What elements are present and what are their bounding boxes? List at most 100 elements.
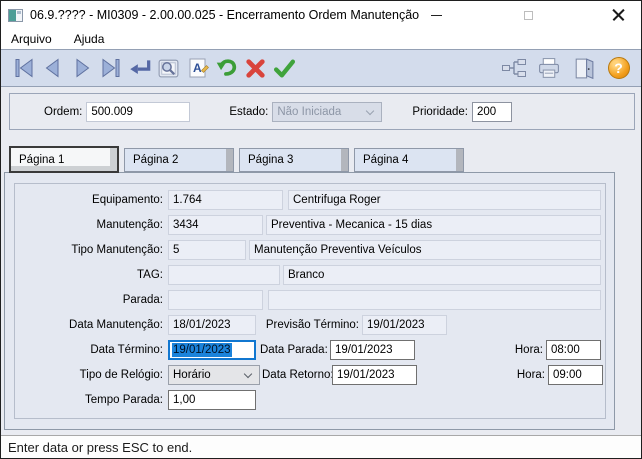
font-button[interactable]: A	[184, 54, 211, 82]
cancel-x-icon	[246, 58, 265, 78]
tipo-manutencao-label: Tipo Manutenção:	[71, 243, 163, 256]
row-manutencao: Manutenção: 3434 Preventiva - Mecanica -…	[15, 212, 605, 237]
print-button[interactable]	[535, 54, 562, 82]
hora-parada-field[interactable]: 08:00	[546, 339, 601, 360]
form-group-box: Equipamento: 1.764 Centrifuga Roger Manu…	[14, 183, 606, 419]
tempo-parada-label: Tempo Parada:	[85, 393, 163, 406]
ordem-label: Ordem:	[44, 105, 83, 118]
chevron-down-icon	[366, 106, 375, 115]
manutencao-desc-field[interactable]: Preventiva - Mecanica - 15 dias	[266, 214, 601, 235]
row-tipo-relogio: Tipo de Relógio: Horário Data Retorno: 1…	[15, 362, 605, 387]
previsao-termino-field[interactable]: 19/01/2023	[362, 314, 447, 335]
parada-code-field[interactable]	[168, 289, 263, 310]
tipo-manutencao-code-field[interactable]: 5	[168, 239, 246, 260]
data-parada-field[interactable]: 19/01/2023	[330, 339, 415, 360]
tag-desc-field[interactable]: Branco	[283, 264, 601, 285]
row-data-manutencao: Data Manutenção: 18/01/2023 Previsão Tér…	[15, 312, 605, 337]
enter-icon	[129, 60, 150, 74]
undo-icon	[216, 59, 236, 76]
font-icon: A	[189, 58, 209, 78]
svg-text:A: A	[193, 61, 202, 75]
preview-button[interactable]	[155, 54, 182, 82]
manutencao-code-field[interactable]: 3434	[168, 214, 263, 235]
nav-prev-button[interactable]	[39, 54, 66, 82]
equipamento-code-field[interactable]: 1.764	[168, 189, 283, 210]
hora-parada-label: Hora:	[514, 343, 543, 356]
order-header-group: Ordem: 500.009 Estado: Não Iniciada Prio…	[9, 93, 635, 130]
nav-next-button[interactable]	[68, 54, 95, 82]
row-parada: Parada:	[15, 287, 605, 312]
tab-bar: Página 1 Página 2 Página 3 Página 4	[9, 146, 464, 173]
tab-pagina-4[interactable]: Página 4	[354, 148, 464, 172]
minimize-button[interactable]	[419, 1, 453, 29]
equipamento-desc-field[interactable]: Centrifuga Roger	[288, 189, 601, 210]
tipo-manutencao-desc-field[interactable]: Manutenção Preventiva Veículos	[249, 239, 601, 260]
hierarchy-button[interactable]	[500, 54, 527, 82]
tag-code-field[interactable]	[168, 264, 280, 285]
maximize-button[interactable]	[511, 1, 545, 29]
manutencao-label: Manutenção:	[96, 218, 164, 231]
row-tag: TAG: Branco	[15, 262, 605, 287]
hora-retorno-field[interactable]: 09:00	[548, 364, 603, 385]
toolbar-left-group: A	[10, 54, 298, 82]
nav-first-button[interactable]	[10, 54, 37, 82]
help-icon: ?	[607, 57, 630, 79]
prioridade-field[interactable]: 200	[471, 101, 512, 122]
toolbar-right-group: ?	[500, 54, 632, 82]
tab-pagina-2[interactable]: Página 2	[124, 148, 234, 172]
help-button[interactable]: ?	[605, 54, 632, 82]
data-manutencao-field[interactable]: 18/01/2023	[168, 314, 256, 335]
ordem-field[interactable]: 500.009	[86, 101, 191, 122]
tempo-parada-field[interactable]: 1,00	[168, 389, 256, 410]
undo-button[interactable]	[213, 54, 240, 82]
tab-pagina-1[interactable]: Página 1	[9, 146, 119, 173]
menu-arquivo[interactable]: Arquivo	[11, 32, 52, 46]
status-bar: Enter data or press ESC to end.	[1, 435, 641, 458]
exit-button[interactable]	[570, 54, 597, 82]
hora-retorno-label: Hora:	[516, 368, 545, 381]
tipo-relogio-label: Tipo de Relógio:	[79, 368, 163, 381]
close-button[interactable]	[601, 1, 635, 29]
titlebar: 06.9.???? - MI0309 - 2.00.00.025 - Encer…	[1, 1, 641, 29]
minimize-icon	[430, 14, 442, 16]
hierarchy-icon	[501, 59, 526, 77]
data-termino-field[interactable]: 19/01/2023	[168, 339, 256, 360]
nav-prev-icon	[45, 58, 58, 78]
data-retorno-field[interactable]: 19/01/2023	[332, 364, 417, 385]
parada-desc-field[interactable]	[268, 289, 601, 310]
data-retorno-label: Data Retorno:	[262, 368, 334, 381]
tab-pagina-3[interactable]: Página 3	[239, 148, 349, 172]
tag-label: TAG:	[137, 268, 163, 281]
data-manutencao-label: Data Manutenção:	[69, 318, 163, 331]
exit-door-icon	[575, 57, 594, 79]
data-parada-label: Data Parada:	[260, 343, 328, 356]
nav-last-icon	[102, 58, 119, 78]
confirm-check-icon	[273, 59, 296, 77]
magnifier-document-icon	[158, 59, 179, 77]
close-icon	[612, 9, 625, 22]
tipo-relogio-value: Horário	[173, 368, 211, 381]
confirm-button[interactable]	[271, 54, 298, 82]
maximize-icon	[523, 10, 533, 20]
row-data-termino: Data Término: 19/01/2023 Data Parada: 19…	[15, 337, 605, 362]
estado-combobox[interactable]: Não Iniciada	[272, 101, 383, 122]
data-termino-label: Data Término:	[90, 343, 163, 356]
row-tempo-parada: Tempo Parada: 1,00	[15, 387, 605, 412]
estado-value: Não Iniciada	[277, 105, 342, 118]
tipo-relogio-combobox[interactable]: Horário	[168, 364, 260, 385]
equipamento-label: Equipamento:	[92, 193, 163, 206]
printer-icon	[538, 57, 559, 78]
previsao-termino-label: Previsão Término:	[265, 318, 359, 331]
app-window: 06.9.???? - MI0309 - 2.00.00.025 - Encer…	[0, 0, 642, 459]
nav-last-button[interactable]	[97, 54, 124, 82]
menu-ajuda[interactable]: Ajuda	[74, 32, 105, 46]
prioridade-label: Prioridade:	[412, 105, 468, 118]
nav-next-icon	[76, 58, 89, 78]
tab-content-frame: Equipamento: 1.764 Centrifuga Roger Manu…	[4, 172, 615, 430]
data-termino-selected-text: 19/01/2023	[172, 342, 232, 357]
chevron-down-icon	[243, 369, 253, 378]
cancel-button[interactable]	[242, 54, 269, 82]
app-icon	[8, 8, 23, 22]
enter-button[interactable]	[126, 54, 153, 82]
row-equipamento: Equipamento: 1.764 Centrifuga Roger	[15, 187, 605, 212]
